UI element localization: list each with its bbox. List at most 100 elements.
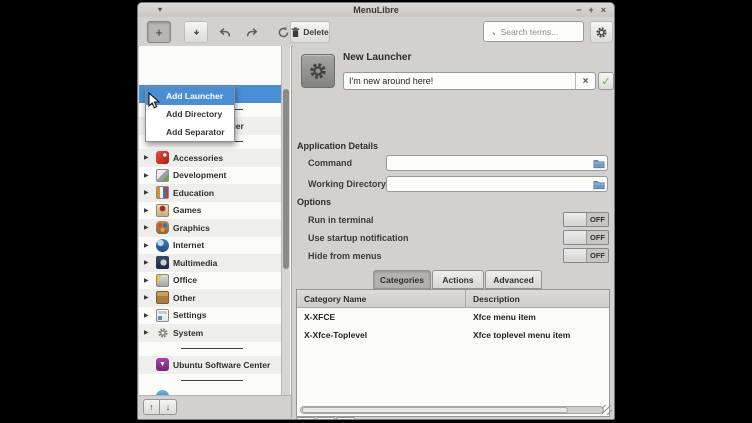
titlebar[interactable]: ▾ MenuLibre − + × — [138, 3, 614, 18]
expander-icon[interactable]: ▶ — [144, 154, 152, 161]
column-description[interactable]: Description — [466, 290, 520, 307]
sidebar-item-other[interactable]: ▶ Other — [139, 289, 284, 307]
sidebar-item-development[interactable]: ▶ Development — [139, 167, 284, 185]
expander-icon[interactable]: ▶ — [144, 259, 152, 266]
tab-advanced[interactable]: Advanced — [485, 270, 542, 289]
command-entry[interactable] — [386, 155, 608, 171]
minimize-button[interactable]: − — [576, 3, 581, 17]
run-in-terminal-toggle[interactable]: OFF — [563, 212, 609, 227]
expander-icon[interactable]: ▶ — [144, 312, 152, 319]
down-arrow-icon: ▼ — [159, 361, 166, 368]
options-heading: Options — [297, 197, 331, 207]
sidebar-separator[interactable] — [139, 342, 284, 357]
tab-actions[interactable]: Actions — [432, 270, 484, 289]
hide-from-menus-label: Hide from menus — [308, 251, 382, 261]
table-horizontal-scrollbar[interactable] — [300, 406, 604, 414]
window-title: MenuLibre — [138, 5, 614, 15]
expander-icon[interactable]: ▶ — [144, 242, 152, 249]
expander-icon[interactable]: ▶ — [144, 294, 152, 301]
categories-table: Category Name Description X-XFCE Xfce me… — [296, 289, 610, 417]
launcher-name-input[interactable] — [344, 76, 575, 86]
separator-line — [181, 348, 243, 349]
sidebar-scrollbar[interactable] — [281, 46, 290, 396]
table-row[interactable]: X-XFCE Xfce menu item — [297, 308, 609, 326]
sidebar-item-label: Multimedia — [173, 258, 217, 268]
sidebar-item-ubuntu-software-center[interactable]: ▼ Ubuntu Software Center — [139, 356, 284, 374]
system-icon — [156, 326, 169, 339]
plus-icon: + — [155, 26, 163, 39]
sidebar-item-games[interactable]: ▶ Games — [139, 202, 284, 220]
window-menu-icon[interactable]: ▾ — [158, 3, 162, 17]
launcher-title[interactable]: New Launcher — [343, 52, 411, 63]
column-category-name[interactable]: Category Name — [297, 290, 466, 307]
command-label: Command — [308, 158, 352, 168]
close-button[interactable]: × — [601, 3, 606, 17]
expander-icon[interactable]: ▶ — [144, 329, 152, 336]
sidebar-item-office[interactable]: ▶ Office — [139, 272, 284, 290]
scrollbar-thumb[interactable] — [302, 407, 568, 413]
delete-button[interactable]: Delete — [290, 21, 330, 43]
browse-folder-icon[interactable] — [593, 179, 605, 190]
sidebar-item-education[interactable]: ▶ Education — [139, 184, 284, 202]
sidebar-separator[interactable] — [139, 374, 284, 389]
settings-button[interactable] — [590, 21, 613, 43]
remove-category-button[interactable]: − — [316, 417, 335, 420]
sidebar-item-label: Settings — [173, 310, 207, 320]
sidebar-item-internet[interactable]: ▶ Internet — [139, 237, 284, 255]
save-launcher-button[interactable] — [184, 21, 208, 43]
internet-icon — [156, 239, 169, 252]
use-startup-notification-label: Use startup notification — [308, 233, 409, 243]
multimedia-icon — [156, 256, 169, 269]
trash-icon — [291, 27, 300, 38]
sidebar-item-graphics[interactable]: ▶ Graphics — [139, 219, 284, 237]
expander-icon[interactable]: ▶ — [144, 207, 152, 214]
use-startup-notification-toggle[interactable]: OFF — [563, 230, 609, 245]
search-icon — [488, 27, 496, 36]
search-input[interactable] — [499, 26, 579, 38]
education-icon — [156, 186, 169, 199]
maximize-button[interactable]: + — [588, 3, 593, 17]
clear-categories-button[interactable] — [336, 417, 355, 420]
gear-icon — [595, 26, 608, 39]
launcher-icon-button[interactable] — [301, 54, 335, 88]
scrollbar-thumb[interactable] — [283, 89, 289, 269]
run-in-terminal-label: Run in terminal — [308, 215, 374, 225]
clear-name-button[interactable]: × — [575, 73, 595, 89]
expander-icon[interactable]: ▶ — [144, 224, 152, 231]
expander-icon[interactable]: ▶ — [144, 172, 152, 179]
move-up-button[interactable]: ↑ — [143, 399, 160, 415]
browse-folder-icon[interactable] — [593, 158, 605, 169]
working-directory-input[interactable] — [387, 179, 593, 189]
tab-categories[interactable]: Categories — [373, 270, 431, 289]
redo-button[interactable] — [241, 21, 263, 43]
sidebar-item-label: Education — [173, 188, 214, 198]
sidebar-item-multimedia[interactable]: ▶ Multimedia — [139, 254, 284, 272]
table-row[interactable]: X-Xfce-Toplevel Xfce toplevel menu item — [297, 326, 609, 344]
working-directory-label: Working Directory — [308, 179, 386, 189]
menu-item-add-separator[interactable]: Add Separator — [146, 123, 234, 141]
search-box[interactable] — [483, 21, 584, 42]
accessories-icon — [156, 151, 169, 164]
undo-button[interactable] — [214, 21, 236, 43]
expander-icon[interactable]: ▶ — [144, 189, 152, 196]
sidebar-item-label: Ubuntu Software Center — [173, 360, 270, 370]
resize-grip[interactable] — [602, 405, 612, 415]
apply-name-button[interactable]: ✓ — [598, 72, 614, 90]
working-directory-entry[interactable] — [386, 176, 608, 192]
table-header[interactable]: Category Name Description — [297, 290, 609, 308]
hide-from-menus-toggle[interactable]: OFF — [563, 248, 609, 263]
launcher-name-entry[interactable]: × — [343, 72, 596, 90]
add-dropdown-menu: Add Launcher Add Directory Add Separator — [145, 86, 235, 142]
sidebar-item-accessories[interactable]: ▶ Accessories — [139, 149, 284, 167]
command-input[interactable] — [387, 158, 593, 168]
add-button[interactable]: + — [147, 21, 171, 43]
expander-icon[interactable]: ▶ — [144, 277, 152, 284]
development-icon — [156, 169, 169, 182]
move-down-button[interactable]: ↓ — [160, 399, 177, 415]
toggle-knob — [564, 249, 587, 262]
sidebar-item-settings[interactable]: ▶ Settings — [139, 307, 284, 325]
add-category-button[interactable]: + — [296, 417, 315, 420]
games-icon — [156, 204, 169, 217]
office-icon — [156, 274, 169, 287]
sidebar-item-system[interactable]: ▶ System — [139, 324, 284, 342]
